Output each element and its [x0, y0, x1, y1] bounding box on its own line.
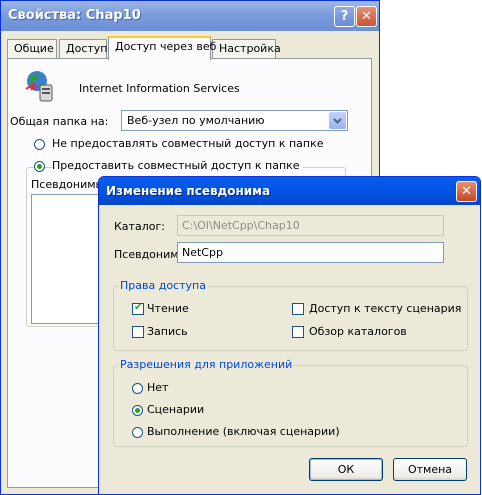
- share-on-label: Общая папка на:: [10, 115, 109, 128]
- directory-browsing-checkbox[interactable]: [292, 326, 304, 338]
- dialog-titlebar[interactable]: Изменение псевдонима ✕: [99, 177, 480, 205]
- service-name: Internet Information Services: [79, 82, 240, 95]
- radio-no-share[interactable]: [34, 139, 45, 150]
- radio-scripts-label[interactable]: Сценарии: [147, 403, 204, 416]
- radio-no-share-label[interactable]: Не предоставлять совместный доступ к пап…: [52, 137, 324, 150]
- directory-field: C:\OI\NetCpp\Chap10: [177, 215, 444, 236]
- chevron-down-icon: [333, 117, 342, 124]
- alias-label: Псевдоним:: [114, 248, 183, 261]
- help-button[interactable]: ?: [334, 6, 355, 27]
- tab-customize[interactable]: Настройка: [212, 39, 281, 58]
- write-checkbox[interactable]: [132, 326, 144, 338]
- radio-execute-label[interactable]: Выполнение (включая сценарии): [147, 425, 340, 438]
- access-permissions-group: [113, 286, 468, 351]
- script-source-label[interactable]: Доступ к тексту сценария: [309, 302, 461, 315]
- radio-none[interactable]: [132, 383, 143, 394]
- ok-button[interactable]: ОК: [309, 458, 383, 481]
- access-permissions-title: Права доступа: [118, 279, 208, 292]
- radio-none-label[interactable]: Нет: [147, 381, 168, 394]
- radio-share[interactable]: [34, 161, 45, 172]
- directory-label: Каталог:: [114, 220, 165, 233]
- radio-execute[interactable]: [132, 427, 143, 438]
- close-icon: ✕: [361, 9, 372, 24]
- properties-titlebar[interactable]: Свойства: Chap10 ? ✕: [1, 1, 379, 31]
- tab-web-sharing[interactable]: Доступ через веб: [108, 36, 216, 60]
- iis-globe-icon: [25, 71, 53, 102]
- script-source-checkbox[interactable]: [292, 303, 304, 315]
- radio-share-label[interactable]: Предоставить совместный доступ к папке: [52, 159, 303, 172]
- aliases-list[interactable]: [31, 194, 101, 324]
- directory-browsing-label[interactable]: Обзор каталогов: [309, 325, 407, 338]
- properties-title: Свойства: Chap10: [8, 8, 141, 23]
- app-permissions-title: Разрешения для приложений: [118, 358, 295, 371]
- write-label[interactable]: Запись: [147, 325, 188, 338]
- tab-general[interactable]: Общие: [7, 39, 57, 58]
- aliases-label: Псевдонимы: [31, 178, 105, 191]
- read-label[interactable]: Чтение: [147, 302, 189, 315]
- cancel-button[interactable]: Отмена: [393, 458, 467, 481]
- alias-field[interactable]: NetCpp: [177, 242, 444, 263]
- tab-sharing[interactable]: Доступ: [59, 39, 107, 58]
- edit-alias-dialog: Изменение псевдонима ✕ Каталог: C:\OI\Ne…: [98, 176, 481, 495]
- dropdown-button[interactable]: [329, 112, 346, 129]
- share-on-value: Веб-узел по умолчанию: [127, 114, 265, 127]
- dialog-title: Изменение псевдонима: [106, 184, 271, 198]
- help-icon: ?: [340, 9, 349, 24]
- read-checkbox[interactable]: [132, 302, 144, 315]
- close-button[interactable]: ✕: [356, 6, 377, 27]
- radio-scripts[interactable]: [132, 405, 143, 416]
- close-icon: ✕: [461, 184, 472, 199]
- share-on-select[interactable]: Веб-узел по умолчанию: [121, 110, 348, 131]
- dialog-close-button[interactable]: ✕: [456, 181, 477, 202]
